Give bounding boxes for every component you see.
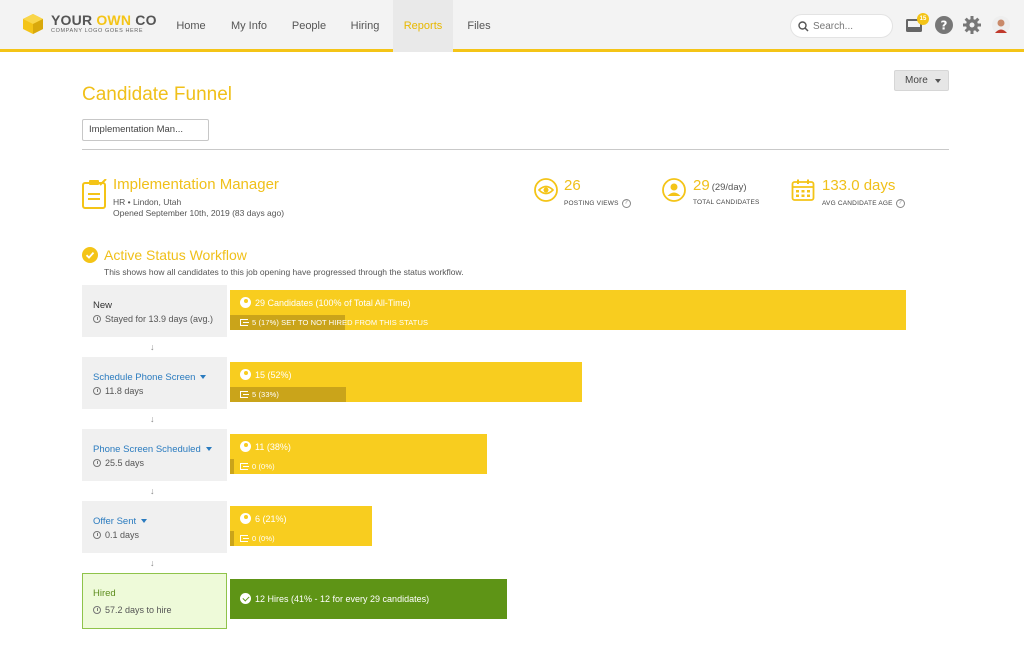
chevron-down-icon [205, 447, 212, 452]
check-badge-icon [240, 593, 251, 604]
stage-time: 11.8 days [93, 386, 143, 396]
bar-label: 6 (21%) [240, 513, 287, 524]
arrow-down-icon: ↓ [150, 342, 155, 352]
workflow-title: Active Status Workflow [104, 247, 247, 263]
workflow-description: This shows how all candidates to this jo… [104, 267, 464, 277]
exit-bar [230, 531, 234, 546]
exit-bar [230, 459, 234, 474]
settings-gear-icon[interactable] [962, 15, 982, 35]
posting-views-label: POSTING VIEWS? [564, 199, 631, 208]
logo-cube-icon [23, 14, 43, 34]
stage-hired: Hired 57.2 days to hire [82, 573, 227, 629]
help-icon[interactable]: ? [934, 15, 954, 35]
hired-bar: 12 Hires (41% - 12 for every 29 candidat… [230, 579, 507, 619]
arrow-down-icon: ↓ [150, 486, 155, 496]
nav-reports[interactable]: Reports [393, 0, 453, 52]
nav-people[interactable]: People [283, 0, 335, 52]
header-divider [82, 149, 949, 150]
bar-label: 29 Candidates (100% of Total All-Time) [240, 297, 411, 308]
calendar-icon [791, 179, 815, 201]
exit-icon [240, 391, 249, 398]
stage-offer-sent: Offer Sent 0.1 days [82, 501, 227, 553]
stage-name: Hired [93, 588, 116, 599]
person-icon [662, 178, 686, 202]
person-icon [240, 369, 251, 380]
clock-icon [93, 606, 101, 614]
inbox-count-badge: 15 [917, 13, 929, 25]
stage-name-dropdown[interactable]: Phone Screen Scheduled [93, 444, 212, 455]
top-nav: YOUR OWN CO COMPANY LOGO GOES HERE Home … [0, 0, 1024, 52]
help-icon[interactable]: ? [895, 199, 905, 208]
arrow-down-icon: ↓ [150, 558, 155, 568]
logo-name: YOUR OWN CO [51, 12, 157, 28]
company-logo[interactable]: YOUR OWN CO COMPANY LOGO GOES HERE [22, 13, 157, 35]
clock-icon [93, 315, 101, 323]
person-icon [240, 441, 251, 452]
stage-schedule-phone-screen: Schedule Phone Screen 11.8 days [82, 357, 227, 409]
logo-tagline: COMPANY LOGO GOES HERE [51, 28, 144, 34]
stage-name-dropdown[interactable]: Offer Sent [93, 516, 148, 527]
nav-home[interactable]: Home [166, 0, 216, 52]
avg-candidate-age-label: AVG CANDIDATE AGE? [822, 199, 905, 208]
nav-hiring[interactable]: Hiring [342, 0, 388, 52]
bar-label: 15 (52%) [240, 369, 292, 380]
search-input[interactable] [813, 19, 889, 34]
chevron-down-icon [141, 519, 148, 524]
nav-my-info[interactable]: My Info [224, 0, 274, 52]
stage-new: New Stayed for 13.9 days (avg.) [82, 285, 227, 337]
posting-views-value: 26 [564, 177, 581, 194]
exit-icon [240, 535, 249, 542]
bar-label: 11 (38%) [240, 441, 291, 452]
clock-icon [93, 531, 101, 539]
stage-time: 0.1 days [93, 530, 139, 540]
stage-time: 57.2 days to hire [93, 605, 172, 615]
stage-name-dropdown[interactable]: Schedule Phone Screen [93, 372, 207, 383]
bar-label: 12 Hires (41% - 12 for every 29 candidat… [240, 593, 429, 604]
page-title: Candidate Funnel [82, 84, 232, 105]
exit-icon [240, 319, 249, 326]
chevron-down-icon [200, 375, 207, 380]
stage-time: 25.5 days [93, 458, 144, 468]
person-icon [240, 297, 251, 308]
stage-phone-screen-scheduled: Phone Screen Scheduled 25.5 days [82, 429, 227, 481]
job-department-location: HR • Lindon, Utah [113, 197, 182, 207]
job-opened-date: Opened September 10th, 2019 (83 days ago… [113, 208, 285, 218]
avg-candidate-age-value: 133.0 days [822, 177, 896, 194]
total-candidates-value: 29 (29/day) [693, 177, 747, 194]
check-circle-icon [82, 247, 98, 263]
exit-icon [240, 463, 249, 470]
job-clipboard-icon [82, 179, 107, 209]
search-icon [798, 21, 809, 32]
funnel-bar: 6 (21%) 0 (0%) [230, 506, 372, 546]
help-icon[interactable]: ? [621, 199, 631, 208]
job-title[interactable]: Implementation Manager [113, 176, 279, 193]
stage-time: Stayed for 13.9 days (avg.) [93, 314, 213, 324]
job-opening-select[interactable]: Implementation Man... [82, 119, 209, 141]
funnel-bar: 15 (52%) 5 (33%) [230, 362, 582, 402]
clock-icon [93, 459, 101, 467]
exit-label: 0 (0%) [240, 462, 275, 471]
arrow-down-icon: ↓ [150, 414, 155, 424]
exit-label: 0 (0%) [240, 534, 275, 543]
eye-icon [534, 178, 558, 202]
person-icon [240, 513, 251, 524]
exit-label: 5 (17%) SET TO NOT HIRED FROM THIS STATU… [240, 318, 428, 327]
exit-label: 5 (33%) [240, 390, 279, 399]
svg-text:?: ? [941, 19, 948, 33]
user-avatar[interactable] [992, 16, 1010, 34]
chevron-down-icon [935, 79, 941, 83]
nav-files[interactable]: Files [459, 0, 499, 52]
clock-icon [93, 387, 101, 395]
funnel-bar: 29 Candidates (100% of Total All-Time) 5… [230, 290, 906, 330]
more-button-label: More [905, 75, 928, 86]
funnel-bar: 11 (38%) 0 (0%) [230, 434, 487, 474]
total-candidates-label: TOTAL CANDIDATES [693, 199, 760, 206]
search-box[interactable] [790, 14, 893, 38]
stage-name: New [93, 300, 113, 311]
more-button[interactable]: More [894, 70, 949, 91]
